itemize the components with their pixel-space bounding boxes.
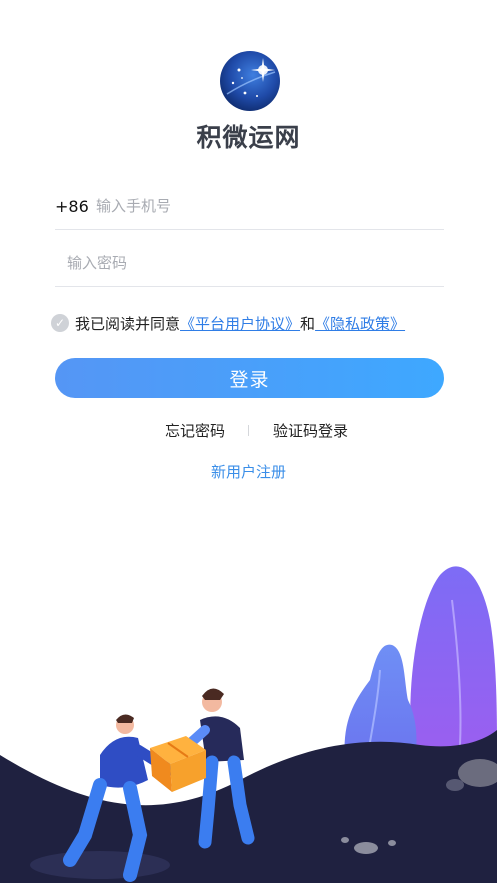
password-field xyxy=(55,242,444,287)
register-link[interactable]: 新用户注册 xyxy=(0,461,497,482)
phone-input[interactable] xyxy=(96,193,436,219)
app-logo-icon xyxy=(220,51,280,111)
privacy-link[interactable]: 《隐私政策》 xyxy=(315,315,405,333)
code-login-link[interactable]: 验证码登录 xyxy=(273,420,348,441)
parcel-box xyxy=(150,736,206,792)
login-button[interactable]: 登录 xyxy=(55,358,444,398)
agreement-conjunction: 和 xyxy=(300,315,316,333)
agreement-row: ✓ 我已阅读并同意《平台用户协议》和《隐私政策》 xyxy=(51,312,451,334)
delivery-illustration xyxy=(0,566,497,883)
login-page: 积微运网 +86 ✓ 我已阅读并同意《平台用户协议》和《隐私政策》 登录 忘记密… xyxy=(0,0,497,883)
app-name: 积微运网 xyxy=(196,123,301,152)
agreement-prefix: 我已阅读并同意 xyxy=(75,315,181,333)
tall-plant-shape xyxy=(410,566,497,750)
password-input[interactable] xyxy=(67,250,437,276)
country-code[interactable]: +86 xyxy=(55,197,89,216)
forgot-password-link[interactable]: 忘记密码 xyxy=(165,420,225,441)
terms-link[interactable]: 《平台用户协议》 xyxy=(180,315,300,333)
secondary-links: 忘记密码 验证码登录 xyxy=(0,420,497,442)
link-divider xyxy=(248,425,249,436)
agreement-text: 我已阅读并同意《平台用户协议》和《隐私政策》 xyxy=(75,313,405,334)
checkmark-icon[interactable]: ✓ xyxy=(51,314,69,332)
phone-field: +86 xyxy=(55,185,444,230)
